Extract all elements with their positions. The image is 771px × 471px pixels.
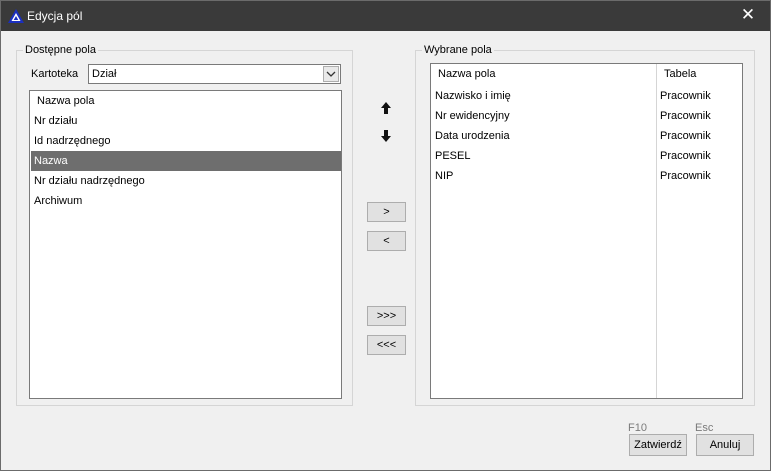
cancel-button[interactable]: Anuluj <box>696 434 754 456</box>
list-header-name: Nazwa pola <box>37 95 95 107</box>
selected-fields-table[interactable]: Nazwa pola Tabela Nazwisko i imię Pracow… <box>430 63 743 399</box>
confirm-shortcut: F10 <box>628 422 647 434</box>
chevron-down-icon[interactable] <box>323 66 339 82</box>
kartoteka-select[interactable]: Dział <box>88 64 341 84</box>
column-divider[interactable] <box>656 64 657 398</box>
list-item[interactable]: Nr działu nadrzędnego <box>31 171 341 191</box>
list-item[interactable]: Nr działu <box>31 111 341 131</box>
dialog-window: Edycja pól ✕ Dostępne pola Kartoteka Dzi… <box>0 0 771 471</box>
list-item[interactable]: Archiwum <box>31 191 341 211</box>
kartoteka-value: Dział <box>92 68 117 80</box>
kartoteka-label: Kartoteka <box>31 68 79 80</box>
table-row-table[interactable]: Pracownik <box>660 86 711 106</box>
table-row-name[interactable]: Data urodzenia <box>435 126 510 146</box>
table-row-name[interactable]: Nazwisko i imię <box>435 86 511 106</box>
arrow-down-icon[interactable] <box>380 129 392 143</box>
list-item-selected[interactable]: Nazwa <box>31 151 341 171</box>
title-bar[interactable]: Edycja pól ✕ <box>1 1 770 31</box>
selected-fields-label: Wybrane pola <box>424 44 492 56</box>
table-row-name[interactable]: NIP <box>435 166 453 186</box>
confirm-button[interactable]: Zatwierdź <box>629 434 687 456</box>
list-item[interactable]: Id nadrzędnego <box>31 131 341 151</box>
table-row-table[interactable]: Pracownik <box>660 146 711 166</box>
table-row-table[interactable]: Pracownik <box>660 126 711 146</box>
column-header-table[interactable]: Tabela <box>664 68 696 80</box>
table-row-name[interactable]: PESEL <box>435 146 470 166</box>
arrow-up-icon[interactable] <box>380 101 392 115</box>
remove-all-button[interactable]: <<< <box>367 335 406 355</box>
table-row-table[interactable]: Pracownik <box>660 106 711 126</box>
add-field-button[interactable]: > <box>367 202 406 222</box>
remove-field-button[interactable]: < <box>367 231 406 251</box>
cancel-shortcut: Esc <box>695 422 714 434</box>
available-fields-label: Dostępne pola <box>25 44 96 56</box>
close-icon[interactable]: ✕ <box>736 4 760 26</box>
add-all-button[interactable]: >>> <box>367 306 406 326</box>
available-fields-list[interactable]: Nazwa pola Nr działu Id nadrzędnego Nazw… <box>29 90 342 399</box>
app-logo-icon <box>8 9 24 23</box>
table-row-table[interactable]: Pracownik <box>660 166 711 186</box>
window-title: Edycja pól <box>27 9 83 23</box>
table-row-name[interactable]: Nr ewidencyjny <box>435 106 510 126</box>
column-header-name[interactable]: Nazwa pola <box>438 68 495 80</box>
